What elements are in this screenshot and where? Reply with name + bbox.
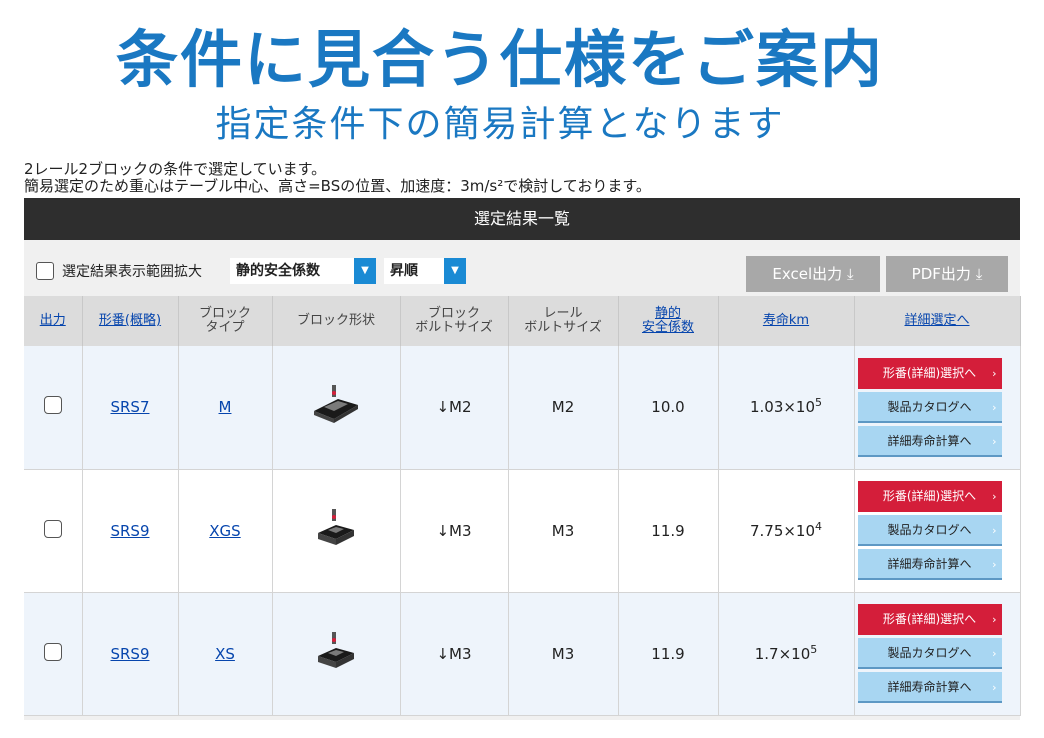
chevron-right-icon: › [992, 400, 997, 414]
linear-block-icon [318, 631, 354, 668]
detail-select-button[interactable]: 形番(詳細)選択へ › [857, 604, 1002, 635]
model-link[interactable]: SRS7 [110, 398, 149, 416]
table-row: SRS9 XGS ↓M3 M3 11.9 7.75×104 形番(詳細)選択へ … [24, 469, 1021, 593]
linear-block-icon [314, 385, 358, 424]
col-model[interactable]: 形番(概略) [82, 296, 179, 346]
hero-subtitle: 指定条件下の簡易計算となります [215, 104, 785, 145]
hero-title: 条件に見合う仕様をご案内 [115, 23, 884, 96]
safety-factor: 10.0 [618, 346, 719, 470]
download-icon: ⤓ [975, 265, 983, 283]
block-bolt-size: ↓M2 [400, 346, 509, 470]
block-shape-image [272, 592, 401, 716]
col-detail[interactable]: 詳細選定へ [854, 296, 1021, 346]
life-calc-button[interactable]: 詳細寿命計算へ › [857, 672, 1002, 703]
expand-checkbox[interactable] [36, 262, 54, 280]
col-block-type: ブロック タイプ [178, 296, 273, 346]
sort-select-value: 静的安全係数 [236, 263, 320, 279]
col-safety[interactable]: 静的 安全係数 [618, 296, 719, 346]
chevron-right-icon: › [992, 613, 997, 626]
pdf-export-label: PDF出力 [911, 265, 971, 283]
chevron-right-icon: › [992, 681, 997, 694]
block-type-link[interactable]: XGS [209, 522, 240, 540]
catalog-button[interactable]: 製品カタログへ › [857, 638, 1002, 669]
chevron-down-icon: ▼ [354, 258, 376, 284]
chevron-down-icon: ▼ [444, 258, 466, 284]
chevron-right-icon: › [992, 434, 997, 448]
catalog-button[interactable]: 製品カタログへ › [857, 391, 1002, 423]
col-output[interactable]: 出力 [24, 296, 83, 346]
col-block-shape: ブロック形状 [272, 296, 401, 346]
chevron-right-icon: › [992, 647, 997, 660]
life-value: 1.03×105 [718, 346, 855, 470]
chevron-right-icon: › [992, 558, 997, 571]
toolbar: 選定結果表示範囲拡大 静的安全係数 ▼ 昇順 ▼ Excel出力 ⤓ PDF出力… [24, 240, 1020, 296]
results-panel: 選定結果一覧 選定結果表示範囲拡大 静的安全係数 ▼ 昇順 ▼ Excel出力 … [24, 198, 1021, 720]
block-shape-image [272, 469, 401, 593]
order-select-value: 昇順 [390, 263, 418, 279]
row-checkbox[interactable] [43, 519, 62, 538]
catalog-button[interactable]: 製品カタログへ › [857, 515, 1002, 546]
linear-block-icon [318, 508, 354, 545]
table-header-row: 出力 形番(概略) ブロック タイプ ブロック形状 ブロック ボルトサイズ レールボ… [24, 296, 1021, 346]
life-value: 7.75×104 [718, 469, 855, 593]
model-link[interactable]: SRS9 [110, 645, 149, 663]
download-icon: ⤓ [846, 265, 854, 283]
table-row: SRS7 M ↓M2 M2 10.0 1.03×105 形番(詳細)選択へ › … [24, 346, 1021, 470]
row-checkbox[interactable] [43, 396, 62, 415]
col-block-bolt: ブロック ボルトサイズ [400, 296, 509, 346]
block-type-link[interactable]: XS [215, 645, 235, 663]
chevron-right-icon: › [992, 490, 997, 503]
chevron-right-icon: › [992, 366, 997, 380]
safety-factor: 11.9 [618, 469, 719, 593]
model-link[interactable]: SRS9 [110, 522, 149, 540]
excel-export-button[interactable]: Excel出力 ⤓ [746, 256, 880, 292]
block-bolt-size: ↓M3 [400, 469, 509, 593]
results-table: 出力 形番(概略) ブロック タイプ ブロック形状 ブロック ボルトサイズ レールボ… [24, 296, 1021, 716]
rail-bolt-size: M3 [508, 469, 619, 593]
pdf-export-button[interactable]: PDF出力 ⤓ [886, 256, 1008, 292]
life-calc-button[interactable]: 詳細寿命計算へ › [857, 549, 1002, 580]
rail-bolt-size: M2 [508, 346, 619, 470]
life-value: 1.7×105 [718, 592, 855, 716]
row-checkbox[interactable] [43, 642, 62, 661]
block-shape-image [272, 346, 401, 470]
expand-label: 選定結果表示範囲拡大 [62, 264, 202, 280]
block-bolt-size: ↓M3 [400, 592, 509, 716]
table-row: SRS9 XS ↓M3 M3 11.9 1.7×105 形番(詳細)選択へ › … [24, 592, 1021, 716]
panel-header: 選定結果一覧 [24, 198, 1020, 240]
chevron-right-icon: › [992, 524, 997, 537]
excel-export-label: Excel出力 [772, 265, 843, 283]
condition-note-1: 2レール2ブロックの条件で選定しています。 [24, 160, 327, 178]
col-rail-bolt: レール ボルトサイズ [508, 296, 619, 346]
life-calc-button[interactable]: 詳細寿命計算へ › [857, 425, 1002, 457]
col-life[interactable]: 寿命km [718, 296, 855, 346]
sort-select[interactable]: 静的安全係数 ▼ [230, 258, 376, 284]
order-select[interactable]: 昇順 ▼ [384, 258, 466, 284]
block-type-link[interactable]: M [219, 398, 232, 416]
rail-bolt-size: M3 [508, 592, 619, 716]
detail-select-button[interactable]: 形番(詳細)選択へ › [857, 357, 1002, 389]
detail-select-button[interactable]: 形番(詳細)選択へ › [857, 481, 1002, 512]
condition-note-2: 簡易選定のため重心はテーブル中心、高さ=BSの位置、加速度：3m/s²で検討して… [24, 177, 651, 195]
safety-factor: 11.9 [618, 592, 719, 716]
